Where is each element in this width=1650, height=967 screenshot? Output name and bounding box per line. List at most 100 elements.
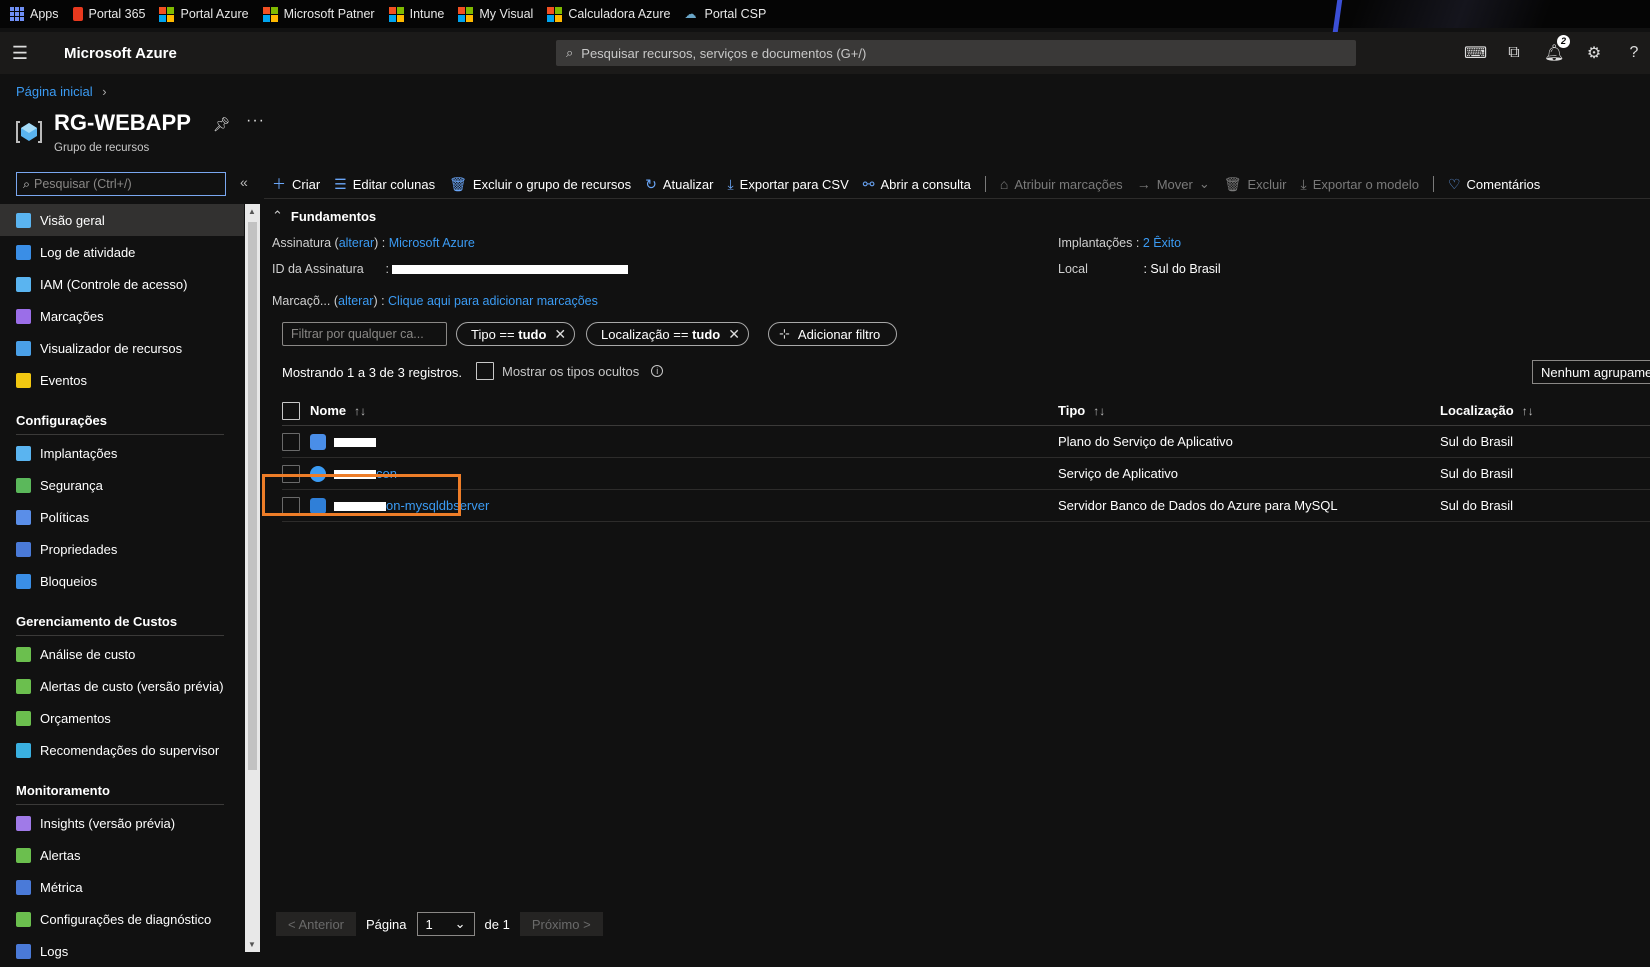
alerts-icon [16, 847, 31, 863]
bookmark-portal-365[interactable]: Portal 365 [72, 7, 146, 21]
assign-tags-button[interactable]: ⌂ Atribuir marcações [1000, 176, 1123, 192]
info-icon[interactable]: i [651, 365, 664, 377]
subscription-value-link[interactable]: Microsoft Azure [389, 236, 475, 250]
bookmark-portal-azure[interactable]: Portal Azure [159, 6, 249, 22]
global-search-input[interactable]: ⌕ Pesquisar recursos, serviços e documen… [556, 40, 1356, 66]
page-select[interactable]: 1 ⌄ [416, 912, 475, 936]
sidebar-item-recomendacoes[interactable]: Recomendações do supervisor [0, 734, 244, 766]
type-filter-pill[interactable]: Tipo == tudo ✕ [456, 322, 576, 346]
edit-columns-button[interactable]: ☰ Editar colunas [334, 176, 435, 193]
export-template-button[interactable]: ⤓ Exportar o modelo [1301, 176, 1419, 193]
checkbox[interactable] [476, 362, 494, 380]
location-label: Local [1058, 262, 1088, 276]
microsoft-logo-icon [159, 6, 175, 22]
brand-title[interactable]: Microsoft Azure [64, 45, 177, 62]
breadcrumb-home-link[interactable]: Página inicial [16, 84, 93, 99]
column-header-name[interactable]: Nome ↑↓ [310, 403, 366, 418]
table-row[interactable]: on-mysqldbserver Servidor Banco de Dados… [282, 490, 1650, 522]
edit-columns-label: Editar colunas [352, 176, 436, 192]
resource-name-link[interactable] [334, 434, 376, 449]
sidebar-item-label: Visão geral [40, 212, 105, 228]
bookmark-portal-csp[interactable]: ☁ Portal CSP [684, 7, 766, 21]
add-tags-link[interactable]: Clique aqui para adicionar marcações [388, 294, 598, 308]
grouping-dropdown[interactable]: Nenhum agrupamento [1532, 360, 1650, 384]
sidebar-item-visualizador[interactable]: Visualizador de recursos [0, 332, 244, 364]
export-csv-button[interactable]: ⤓ Exportar para CSV [727, 176, 848, 193]
sidebar-item-alertas[interactable]: Alertas [0, 839, 244, 871]
resource-menu-sidebar: ⌕ Pesquisar (Ctrl+/) « Visão geral Log d… [0, 168, 262, 959]
open-query-button[interactable]: ⚯ Abrir a consulta [863, 176, 971, 193]
pagination: < Anterior Página 1 ⌄ de 1 Próximo > [276, 912, 603, 936]
top-nav-icons: ⌨ ⧉ 🔔︎ 2 ⚙ ? [1464, 32, 1644, 74]
subscription-change-link[interactable]: alterar [339, 236, 374, 250]
sidebar-item-eventos[interactable]: Eventos [0, 364, 244, 396]
feedback-button[interactable]: ♡ Comentários [1448, 176, 1540, 193]
collapse-sidebar-icon[interactable]: « [240, 174, 248, 190]
sidebar-item-seguranca[interactable]: Segurança [0, 469, 244, 501]
scroll-down-arrow-icon[interactable]: ▼ [248, 940, 256, 949]
delete-resource-group-button[interactable]: 🗑︎ Excluir o grupo de recursos [449, 176, 631, 193]
bookmark-apps[interactable]: Apps [10, 7, 59, 21]
subscription-id-redacted [392, 265, 629, 275]
location-filter-pill[interactable]: Localização == tudo ✕ [586, 322, 749, 346]
pin-icon[interactable]: 📌︎ [213, 116, 231, 133]
scrollbar-thumb[interactable] [248, 222, 257, 770]
sidebar-item-orcamentos[interactable]: Orçamentos [0, 702, 244, 734]
deployments-value-link[interactable]: 2 Êxito [1143, 236, 1181, 250]
column-header-type[interactable]: Tipo ↑↓ [1058, 403, 1105, 418]
next-page-button[interactable]: Próximo > [519, 912, 603, 936]
bookmark-microsoft-patner[interactable]: Microsoft Patner [262, 6, 375, 22]
sidebar-item-visao-geral[interactable]: Visão geral [0, 204, 244, 236]
cloud-shell-icon[interactable]: ⌨ [1464, 43, 1487, 63]
create-button[interactable]: ＋ Criar [272, 174, 320, 194]
sidebar-scrollbar[interactable]: ▲ ▼ [245, 204, 260, 952]
table-row[interactable]: con Serviço de Aplicativo Sul do Brasil [282, 458, 1650, 490]
open-query-label: Abrir a consulta [880, 176, 971, 192]
select-all-checkbox[interactable] [282, 402, 300, 420]
more-options-icon[interactable]: ··· [246, 112, 265, 130]
column-header-location[interactable]: Localização ↑↓ [1440, 403, 1534, 418]
move-dropdown-button[interactable]: → Mover ⌄ [1137, 176, 1210, 192]
filter-any-field-input[interactable]: Filtrar por qualquer ca... [282, 322, 447, 346]
sidebar-item-analise-custo[interactable]: Análise de custo [0, 638, 244, 670]
grouping-value: Nenhum agrupamento [1541, 364, 1650, 380]
sidebar-item-alertas-custo[interactable]: Alertas de custo (versão prévia) [0, 670, 244, 702]
bookmark-calculadora-azure[interactable]: Calculadora Azure [547, 6, 670, 22]
notifications-bell-icon[interactable]: 🔔︎ 2 [1544, 35, 1570, 63]
bookmark-label: Portal Azure [180, 7, 249, 21]
sidebar-item-logs[interactable]: Logs [0, 935, 244, 967]
help-icon[interactable]: ? [1624, 44, 1644, 62]
row-checkbox[interactable] [282, 433, 300, 451]
delete-button[interactable]: 🗑︎ Excluir [1224, 176, 1287, 193]
sidebar-search-input[interactable]: ⌕ Pesquisar (Ctrl+/) [16, 172, 226, 196]
sidebar-item-propriedades[interactable]: Propriedades [0, 533, 244, 565]
essentials-toggle[interactable]: ⌃ Fundamentos [272, 208, 376, 224]
bookmark-label: Portal 365 [88, 7, 146, 21]
sidebar-item-insights[interactable]: Insights (versão prévia) [0, 807, 244, 839]
scroll-up-arrow-icon[interactable]: ▲ [248, 207, 256, 216]
sidebar-item-iam[interactable]: IAM (Controle de acesso) [0, 268, 244, 300]
table-row[interactable]: Plano do Serviço de Aplicativo Sul do Br… [282, 426, 1650, 458]
essentials-title: Fundamentos [290, 208, 377, 224]
sidebar-item-implantacoes[interactable]: Implantações [0, 437, 244, 469]
remove-filter-close-icon[interactable]: ✕ [728, 326, 740, 343]
sidebar-item-log-atividade[interactable]: Log de atividade [0, 236, 244, 268]
sidebar-item-bloqueios[interactable]: Bloqueios [0, 565, 244, 597]
settings-gear-icon[interactable]: ⚙ [1584, 43, 1604, 63]
remove-filter-close-icon[interactable]: ✕ [554, 326, 566, 343]
directory-filter-icon[interactable]: ⧉ [1504, 44, 1524, 62]
sidebar-item-diagnostico[interactable]: Configurações de diagnóstico [0, 903, 244, 935]
lightning-icon [16, 372, 31, 388]
refresh-button[interactable]: ↻ Atualizar [645, 176, 713, 193]
previous-page-button[interactable]: < Anterior [276, 912, 357, 936]
sidebar-item-politicas[interactable]: Políticas [0, 501, 244, 533]
bookmark-my-visual[interactable]: My Visual [458, 6, 533, 22]
export-csv-label: Exportar para CSV [739, 176, 849, 192]
show-hidden-types-checkbox[interactable]: Mostrar os tipos ocultos i [476, 362, 664, 380]
bookmark-intune[interactable]: Intune [388, 6, 444, 22]
sidebar-item-marcacoes[interactable]: Marcações [0, 300, 244, 332]
tags-change-link[interactable]: alterar [338, 294, 373, 308]
sidebar-item-metrica[interactable]: Métrica [0, 871, 244, 903]
add-filter-button[interactable]: ⊹ Adicionar filtro [768, 322, 898, 346]
menu-icon[interactable]: ☰ [0, 43, 40, 64]
